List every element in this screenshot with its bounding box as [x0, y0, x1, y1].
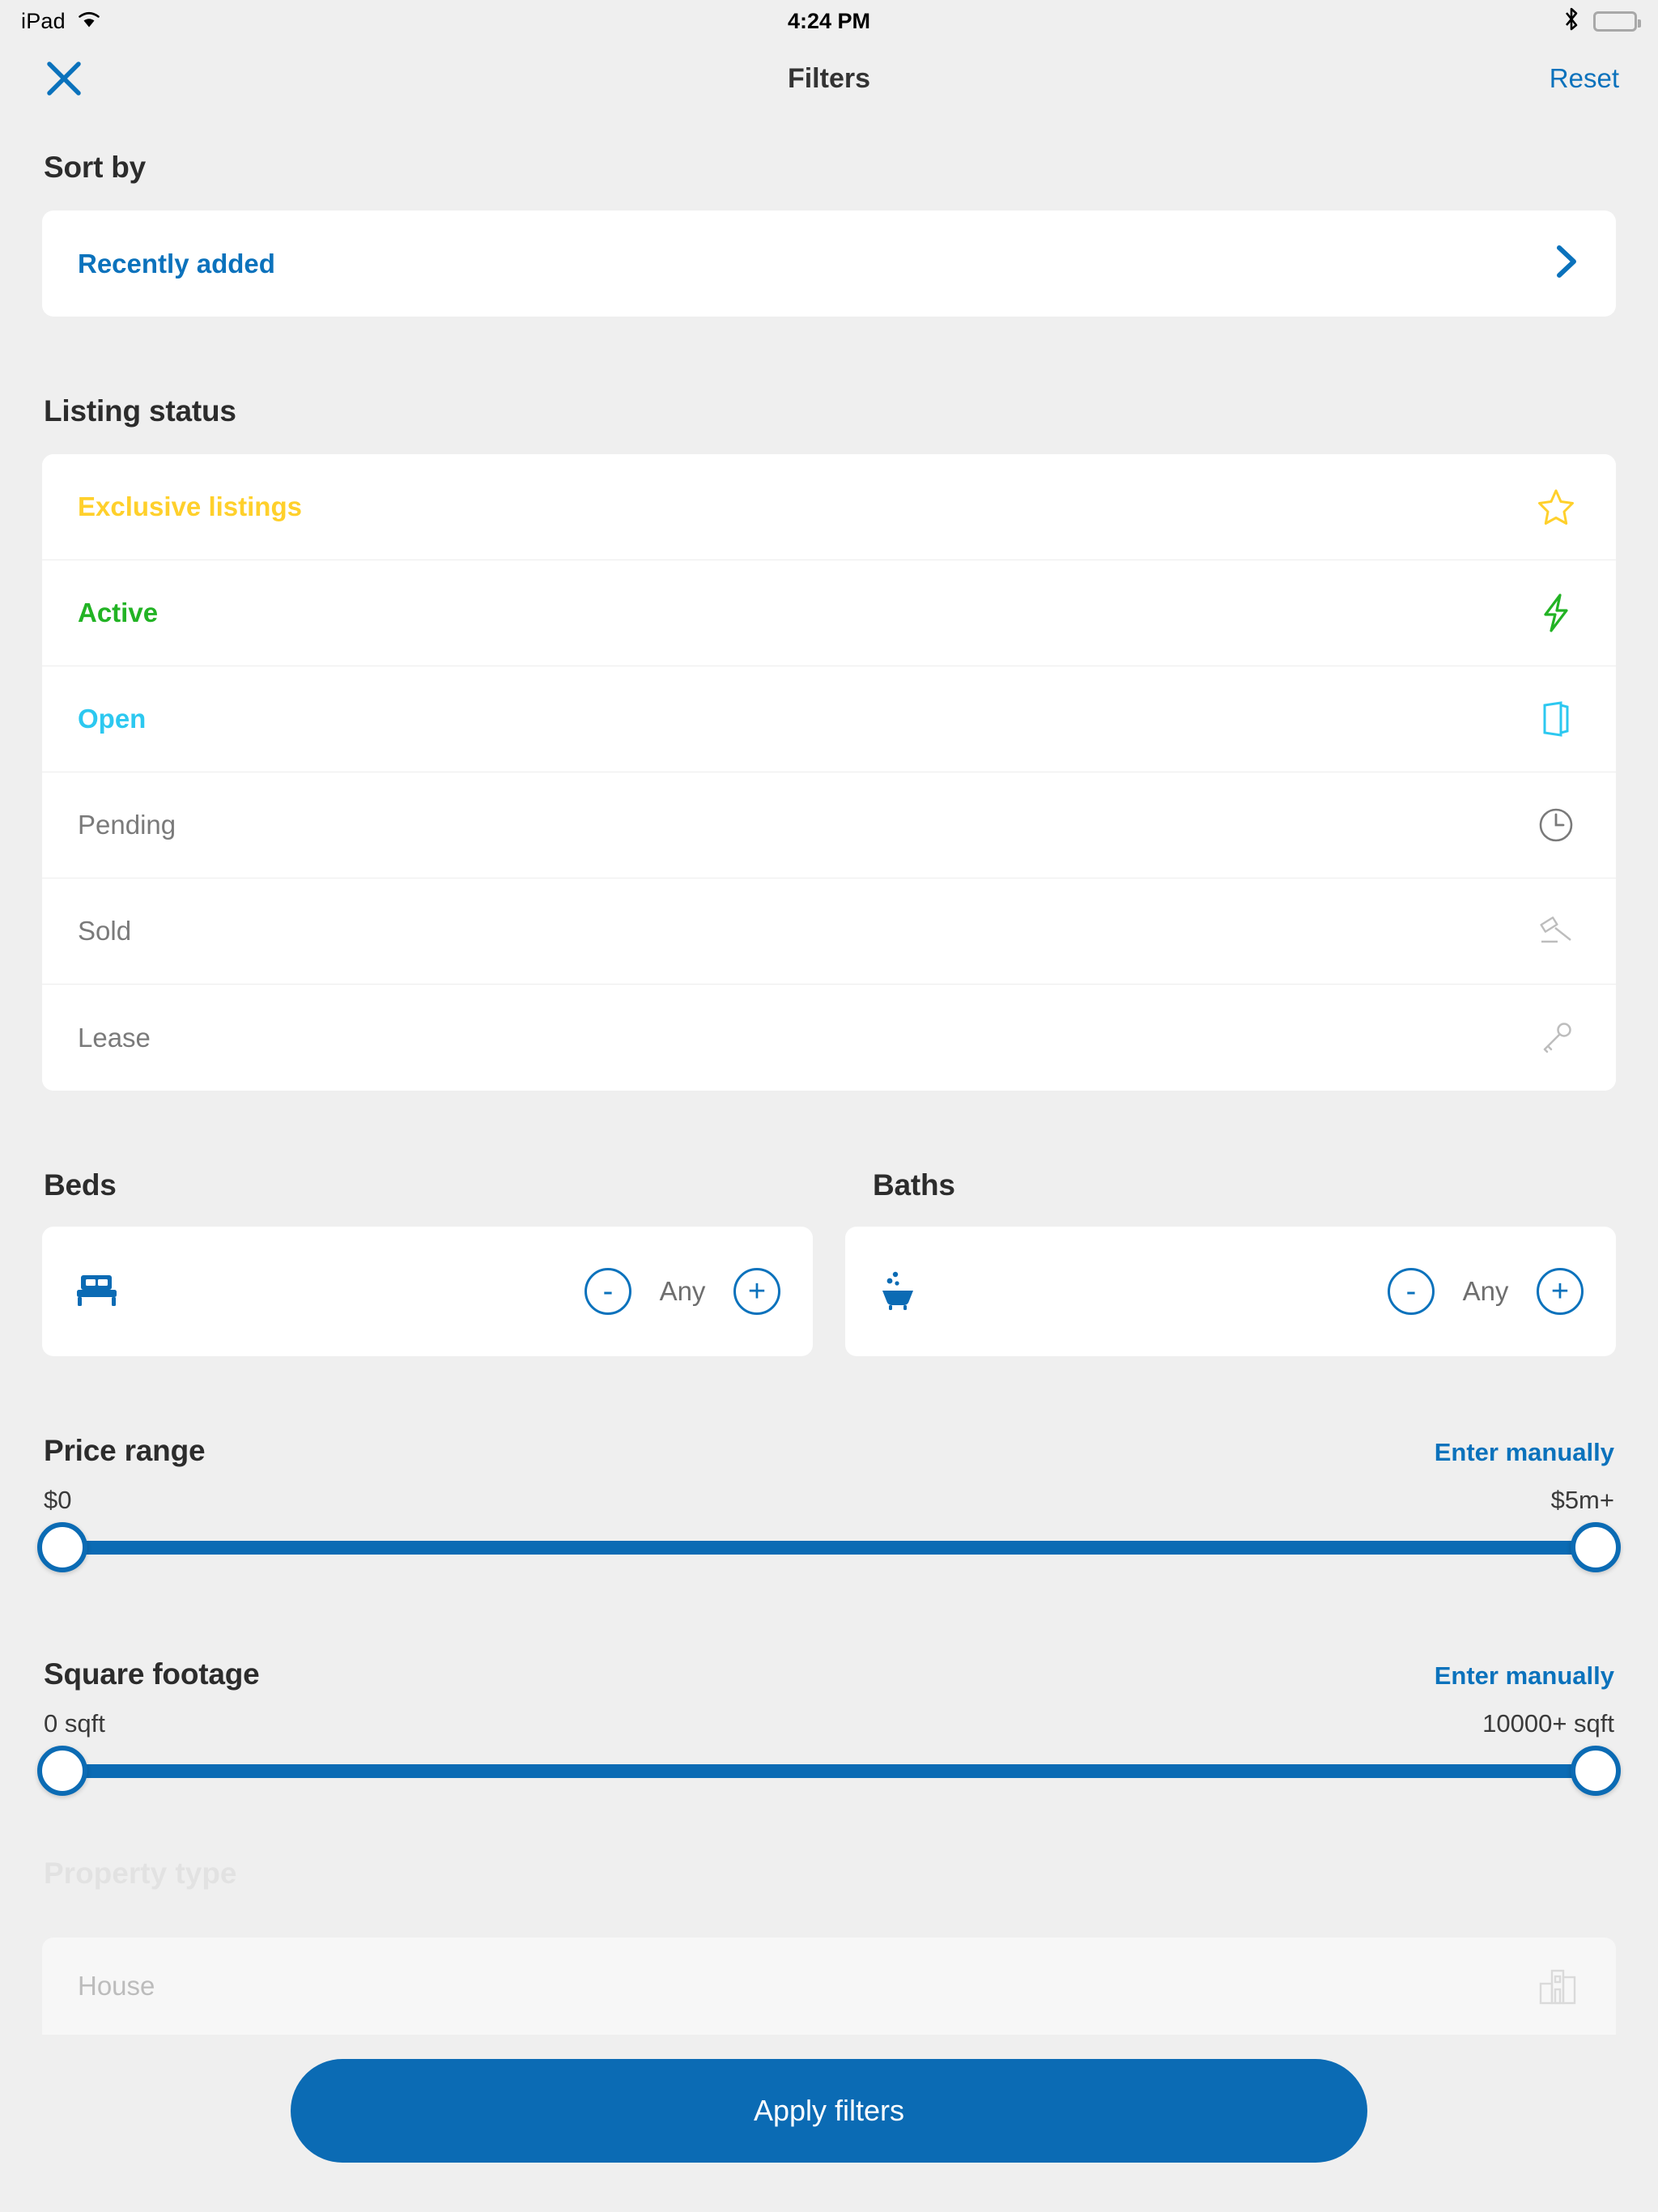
- baths-stepper: - Any +: [1388, 1268, 1584, 1315]
- square-footage-min-label: 0 sqft: [44, 1709, 105, 1738]
- listing-status-option-exclusive-listings[interactable]: Exclusive listings: [42, 454, 1616, 560]
- listing-status-heading: Listing status: [44, 394, 236, 428]
- listing-status-option-pending[interactable]: Pending: [42, 772, 1616, 878]
- page-title: Filters: [787, 62, 871, 94]
- square-footage-max-thumb[interactable]: [1571, 1746, 1621, 1796]
- bathtub-icon: [878, 1269, 923, 1315]
- property-type-option-house[interactable]: House: [42, 1938, 1616, 2035]
- listing-status-option-lease[interactable]: Lease: [42, 985, 1616, 1091]
- beds-column: Beds - Any +: [0, 1168, 829, 1356]
- listing-status-label: Lease: [78, 1022, 151, 1053]
- sort-by-section: Sort by Recently added: [0, 151, 1658, 317]
- price-range-track: [60, 1540, 1598, 1555]
- square-footage-max-label: 10000+ sqft: [1482, 1709, 1614, 1738]
- listing-status-label: Sold: [78, 916, 132, 946]
- listing-status-label: Exclusive listings: [78, 491, 302, 521]
- baths-increment-button[interactable]: +: [1537, 1268, 1584, 1315]
- square-footage-enter-manually-button[interactable]: Enter manually: [1435, 1661, 1614, 1691]
- square-footage-heading: Square footage: [44, 1657, 260, 1691]
- sort-by-card: Recently added: [42, 211, 1616, 317]
- listing-status-label: Open: [78, 704, 147, 734]
- sort-by-value: Recently added: [78, 248, 275, 279]
- close-icon[interactable]: [39, 53, 89, 104]
- square-footage-min-thumb[interactable]: [37, 1746, 87, 1796]
- price-range-section: Price range Enter manually $0 $5m+: [0, 1434, 1658, 1580]
- bed-icon: [74, 1270, 125, 1313]
- property-type-label: House: [78, 1971, 155, 2001]
- listing-status-section: Listing status Exclusive listings Active: [0, 394, 1658, 1091]
- price-range-min-thumb[interactable]: [37, 1522, 87, 1572]
- bluetooth-icon: [1562, 6, 1580, 37]
- filters-screen: iPad 4:24 PM Filters Reset Sort by Recen…: [0, 0, 1658, 2212]
- key-icon: [1532, 1019, 1580, 1057]
- status-bar-left: iPad: [21, 9, 101, 34]
- square-footage-section: Square footage Enter manually 0 sqft 100…: [0, 1657, 1658, 1803]
- price-range-slider[interactable]: [37, 1515, 1621, 1580]
- price-range-max-thumb[interactable]: [1571, 1522, 1621, 1572]
- beds-baths-section: Beds - Any + Baths - Any +: [0, 1168, 1658, 1356]
- beds-decrement-button[interactable]: -: [585, 1268, 631, 1315]
- reset-button[interactable]: Reset: [1550, 63, 1619, 94]
- sort-by-heading: Sort by: [44, 151, 147, 184]
- property-type-section: Property type House: [0, 1857, 1658, 2035]
- star-icon: [1532, 487, 1580, 526]
- listing-status-option-active[interactable]: Active: [42, 560, 1616, 666]
- listing-status-option-open[interactable]: Open: [42, 666, 1616, 772]
- status-bar-right: [1562, 6, 1641, 37]
- lightning-bolt-icon: [1532, 593, 1580, 633]
- price-range-max-label: $5m+: [1550, 1486, 1614, 1514]
- baths-heading: Baths: [873, 1168, 955, 1202]
- square-footage-slider[interactable]: [37, 1738, 1621, 1803]
- beds-heading: Beds: [44, 1168, 117, 1202]
- chevron-right-icon: [1553, 243, 1580, 284]
- filters-content: Sort by Recently added Listing status Ex…: [0, 115, 1658, 2212]
- gavel-icon: [1532, 912, 1580, 950]
- listing-status-label: Pending: [78, 810, 176, 840]
- status-bar: iPad 4:24 PM: [0, 0, 1658, 42]
- price-range-min-label: $0: [44, 1486, 72, 1514]
- baths-column: Baths - Any +: [829, 1168, 1658, 1356]
- sort-by-row[interactable]: Recently added: [42, 211, 1616, 317]
- beds-card: - Any +: [42, 1227, 813, 1356]
- beds-stepper: - Any +: [585, 1268, 780, 1315]
- building-icon: [1537, 1963, 1580, 2010]
- beds-increment-button[interactable]: +: [733, 1268, 780, 1315]
- property-type-heading: Property type: [44, 1857, 237, 1890]
- listing-status-label: Active: [78, 598, 159, 627]
- clock-icon: [1532, 806, 1580, 844]
- wifi-icon: [77, 10, 101, 33]
- price-range-enter-manually-button[interactable]: Enter manually: [1435, 1438, 1614, 1467]
- listing-status-card: Exclusive listings Active Open Pending S…: [42, 454, 1616, 1091]
- baths-decrement-button[interactable]: -: [1388, 1268, 1435, 1315]
- beds-value: Any: [659, 1276, 706, 1306]
- apply-filters-button[interactable]: Apply filters: [291, 2059, 1367, 2163]
- device-name: iPad: [21, 8, 66, 33]
- listing-status-option-sold[interactable]: Sold: [42, 878, 1616, 985]
- baths-card: - Any +: [845, 1227, 1616, 1356]
- price-range-heading: Price range: [44, 1434, 206, 1467]
- battery-icon: [1593, 11, 1641, 32]
- square-footage-track: [60, 1763, 1598, 1778]
- open-door-icon: [1532, 700, 1580, 738]
- baths-value: Any: [1462, 1276, 1509, 1306]
- nav-bar: Filters Reset: [0, 42, 1658, 115]
- status-bar-time: 4:24 PM: [787, 8, 871, 33]
